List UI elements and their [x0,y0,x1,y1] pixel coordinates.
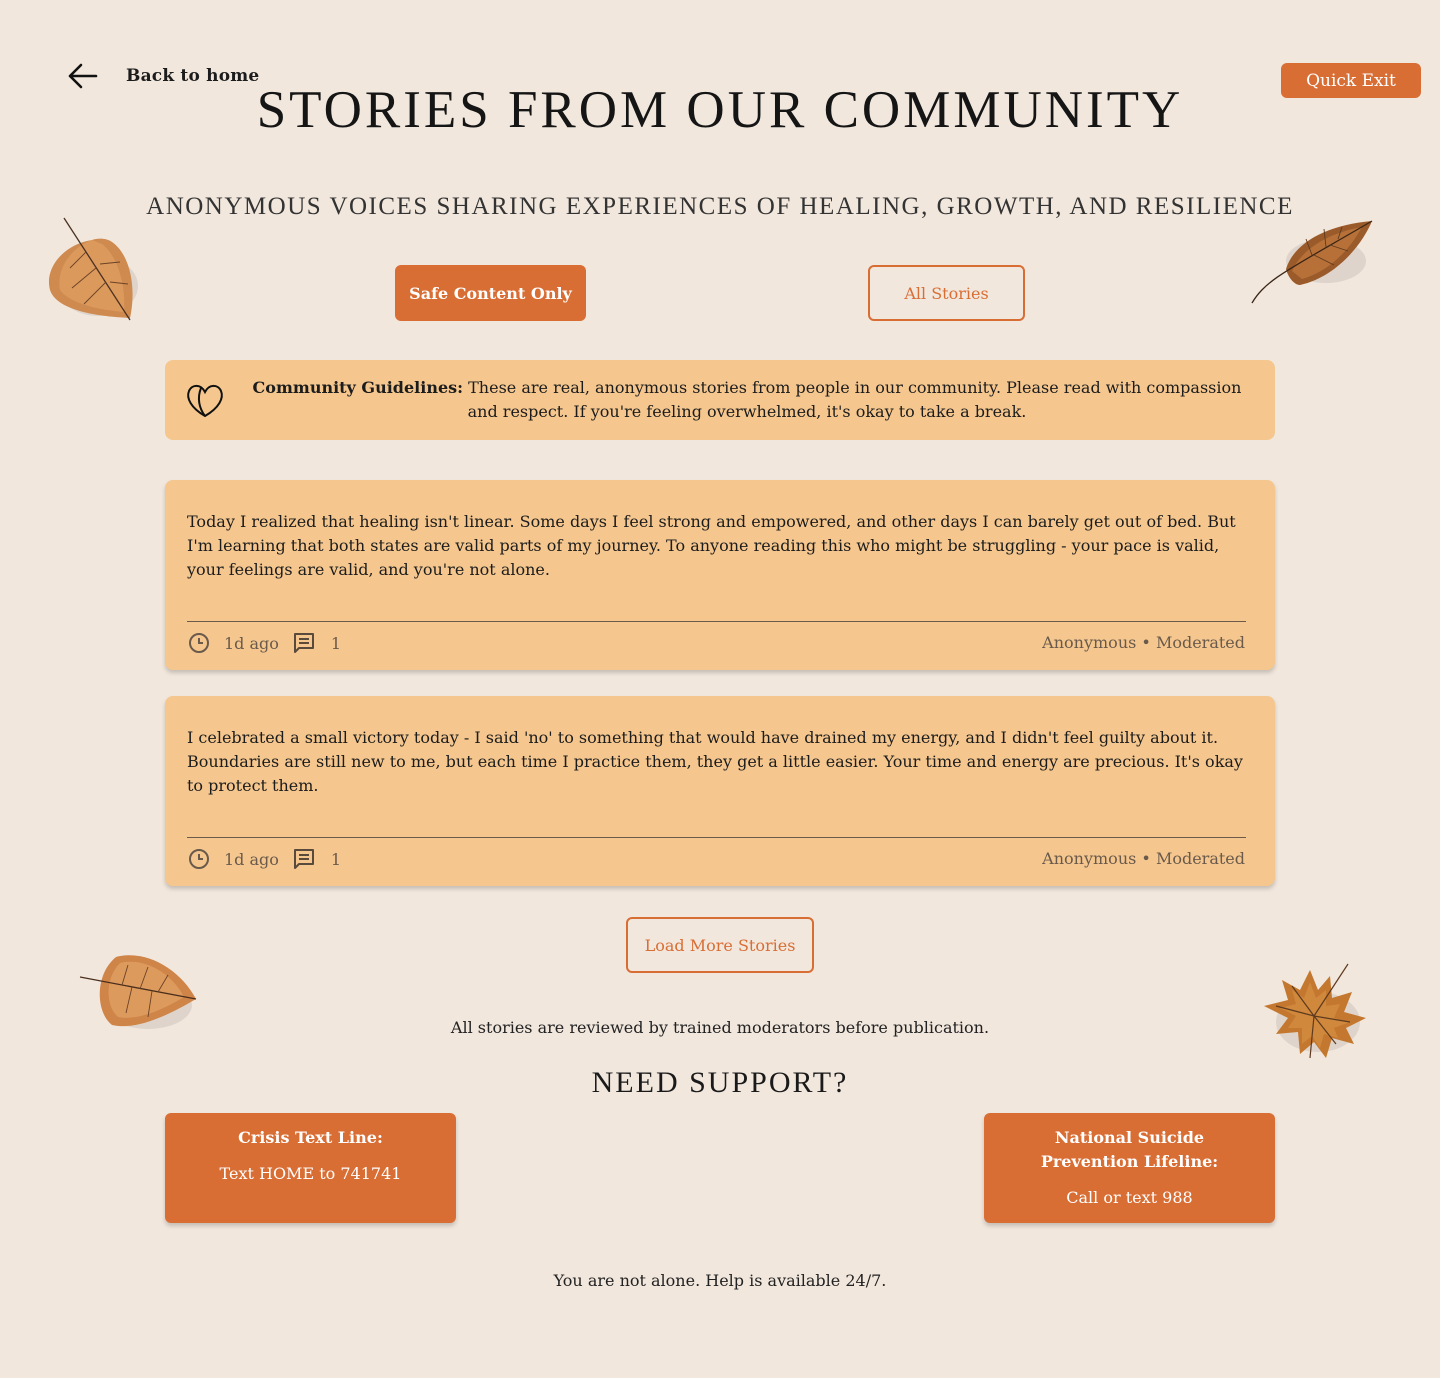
footer-note: You are not alone. Help is available 24/… [553,1271,887,1290]
story-comment-count: 1 [330,633,342,653]
support-card-action: Text HOME to 741741 [219,1164,402,1183]
page-title: STORIES FROM OUR COMMUNITY [256,81,1184,139]
story-time: 1d ago [224,633,279,653]
support-card-action: Call or text 988 [1066,1188,1193,1207]
story-text: I celebrated a small victory today - I s… [187,728,1243,795]
guidelines-body: These are real, anonymous stories from p… [463,378,1242,421]
support-card-name: Crisis Text Line: [238,1128,383,1147]
clock-icon [189,633,209,653]
clock-icon [189,849,209,869]
story-divider [187,837,1246,838]
story-card: I celebrated a small victory today - I s… [165,696,1275,886]
leaf-decoration-top-right [1251,220,1373,304]
page-subtitle: ANONYMOUS VOICES SHARING EXPERIENCES OF … [146,193,1294,220]
safe-content-only-button[interactable]: Safe Content Only [395,265,586,321]
all-stories-button[interactable]: All Stories [868,265,1025,321]
story-divider [187,621,1246,622]
story-author: Anonymous • Moderated [1042,849,1245,868]
comment-icon[interactable] [293,848,315,870]
story-meta: 1d ago 1 [188,848,341,870]
story-card: Today I realized that healing isn't line… [165,480,1275,670]
story-author: Anonymous • Moderated [1042,633,1245,652]
suicide-prevention-lifeline-card[interactable]: National Suicide Prevention Lifeline: Ca… [984,1113,1275,1223]
story-text: Today I realized that healing isn't line… [187,512,1236,579]
guidelines-text: Community Guidelines: These are real, an… [241,376,1253,424]
community-guidelines-banner: Community Guidelines: These are real, an… [165,360,1275,440]
leaf-decoration-top-left [48,217,138,321]
leaf-decoration-bottom-right [1264,963,1366,1059]
support-card-name: National Suicide Prevention Lifeline: [1040,1128,1219,1171]
comment-icon[interactable] [293,632,315,654]
crisis-text-line-card[interactable]: Crisis Text Line: Text HOME to 741741 [165,1113,456,1223]
load-more-stories-button[interactable]: Load More Stories [626,917,814,973]
moderation-note: All stories are reviewed by trained mode… [450,1018,990,1037]
story-meta: 1d ago 1 [188,632,341,654]
story-time: 1d ago [224,849,279,869]
support-heading: NEED SUPPORT? [591,1066,849,1099]
heart-icon [187,384,223,418]
story-comment-count: 1 [330,849,342,869]
guidelines-heading: Community Guidelines: [252,378,464,397]
